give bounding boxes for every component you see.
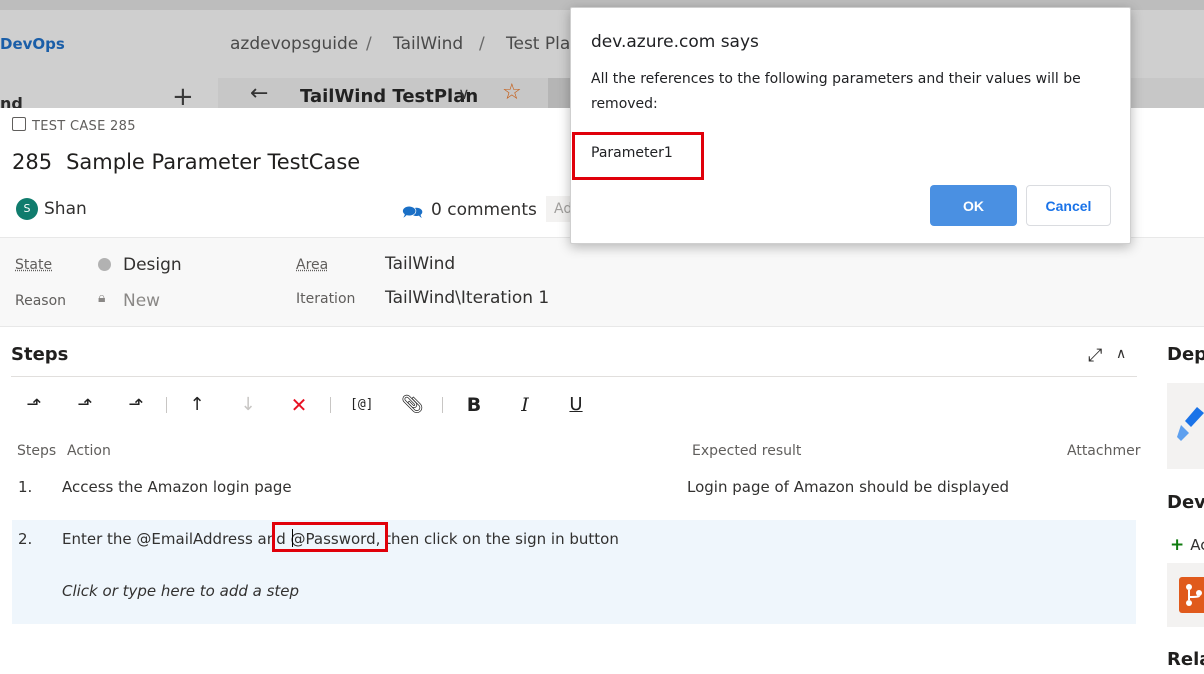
breadcrumb-separator: / xyxy=(479,34,485,54)
toolbar-separator xyxy=(330,397,331,413)
steps-section-title: Steps xyxy=(11,344,69,365)
work-item-id: 285 xyxy=(12,150,53,174)
breadcrumb-project[interactable]: TailWind xyxy=(393,34,463,54)
column-header-expected-result: Expected result xyxy=(692,443,802,459)
move-up-icon[interactable]: ↑ xyxy=(186,394,208,416)
deployment-section-title: Dep xyxy=(1167,344,1204,365)
italic-button[interactable]: I xyxy=(514,394,536,416)
state-dropdown[interactable]: Design xyxy=(123,255,182,275)
add-plan-button[interactable]: + xyxy=(172,84,194,108)
expand-icon[interactable]: ⤢ xyxy=(1088,345,1102,366)
dialog-title: dev.azure.com says xyxy=(591,32,759,52)
toolbar-separator xyxy=(442,397,443,413)
favorite-star-icon[interactable]: ☆ xyxy=(502,80,522,105)
attachment-icon[interactable]: 📎︎ xyxy=(401,394,424,416)
step-action[interactable]: Access the Amazon login page xyxy=(62,478,292,496)
add-tag-button[interactable]: Ad xyxy=(546,196,570,222)
test-plan-title[interactable]: TailWind TestPlan xyxy=(300,86,478,107)
left-panel-title: nd xyxy=(0,94,23,108)
dialog-message: All the references to the following para… xyxy=(591,71,1081,112)
development-section-title: Deve xyxy=(1167,492,1204,513)
fields-panel xyxy=(0,237,1204,327)
state-indicator-icon xyxy=(98,258,111,271)
area-field[interactable]: TailWind xyxy=(385,254,455,274)
back-arrow-icon[interactable]: ← xyxy=(250,81,268,106)
toolbar-separator xyxy=(166,397,167,413)
iteration-field[interactable]: TailWind\Iteration 1 xyxy=(385,288,549,308)
chevron-down-icon[interactable]: ∨ xyxy=(458,84,470,103)
work-item-type: TEST CASE 285 xyxy=(12,117,136,134)
state-label: State xyxy=(15,257,53,273)
development-card xyxy=(1167,563,1204,627)
brand-logo-text[interactable]: DevOps xyxy=(0,35,65,53)
add-link-button[interactable]: + Ac xyxy=(1170,535,1204,555)
add-step-placeholder[interactable]: Click or type here to add a step xyxy=(62,582,299,600)
confirm-dialog: dev.azure.com says All the references to… xyxy=(570,7,1131,244)
create-shared-steps-icon[interactable]: ⬏ xyxy=(125,394,147,416)
work-item-title-text[interactable]: Sample Parameter TestCase xyxy=(66,150,360,174)
insert-shared-steps-icon[interactable]: ⬏ xyxy=(74,394,96,416)
test-case-icon xyxy=(12,117,26,131)
delete-step-icon[interactable]: ✕ xyxy=(288,394,310,416)
lock-icon: 🔒︎ xyxy=(98,290,106,306)
reason-value: New xyxy=(123,291,161,311)
cancel-button[interactable]: Cancel xyxy=(1026,185,1111,226)
deployment-card xyxy=(1167,383,1204,469)
ok-button[interactable]: OK xyxy=(930,185,1017,226)
deployment-icon xyxy=(1177,407,1204,441)
underline-button[interactable]: U xyxy=(565,394,587,416)
assignee-name[interactable]: Shan xyxy=(44,199,87,219)
reason-label: Reason xyxy=(15,293,67,309)
column-header-attachments: Attachmer xyxy=(1067,443,1141,459)
column-header-action: Action xyxy=(67,443,111,459)
step-expected-result[interactable]: Login page of Amazon should be displayed xyxy=(687,478,1009,496)
step-number: 2. xyxy=(18,530,33,548)
avatar: S xyxy=(16,198,38,220)
column-header-steps: Steps xyxy=(17,443,57,459)
breadcrumb-organization[interactable]: azdevopsguide xyxy=(230,34,358,54)
work-item-title[interactable]: 285 Sample Parameter TestCase xyxy=(12,150,360,174)
related-work-section-title: Rela xyxy=(1167,649,1204,670)
breadcrumb-separator: / xyxy=(366,34,372,54)
comments-icon[interactable]: 🗪 xyxy=(402,200,423,229)
move-down-icon: ↓ xyxy=(240,394,256,415)
git-branch-icon xyxy=(1179,577,1204,613)
area-label: Area xyxy=(296,257,329,273)
comments-link[interactable]: 0 comments xyxy=(431,200,537,220)
plus-icon: + xyxy=(1170,535,1185,555)
highlight-annotation-password xyxy=(272,522,388,552)
more-actions-button[interactable] xyxy=(548,78,570,108)
chevron-up-icon[interactable]: ∧ xyxy=(1116,346,1126,362)
step-number: 1. xyxy=(18,478,33,496)
dialog-parameter-name: Parameter1 xyxy=(591,145,673,161)
steps-divider xyxy=(11,376,1137,377)
insert-parameter-button[interactable]: [@] xyxy=(350,394,373,416)
iteration-label: Iteration xyxy=(296,291,356,307)
add-link-label: Ac xyxy=(1190,536,1204,554)
bold-button[interactable]: B xyxy=(463,394,485,416)
work-item-type-label: TEST CASE 285 xyxy=(32,119,136,134)
insert-step-icon[interactable]: ⬏ xyxy=(23,394,45,416)
